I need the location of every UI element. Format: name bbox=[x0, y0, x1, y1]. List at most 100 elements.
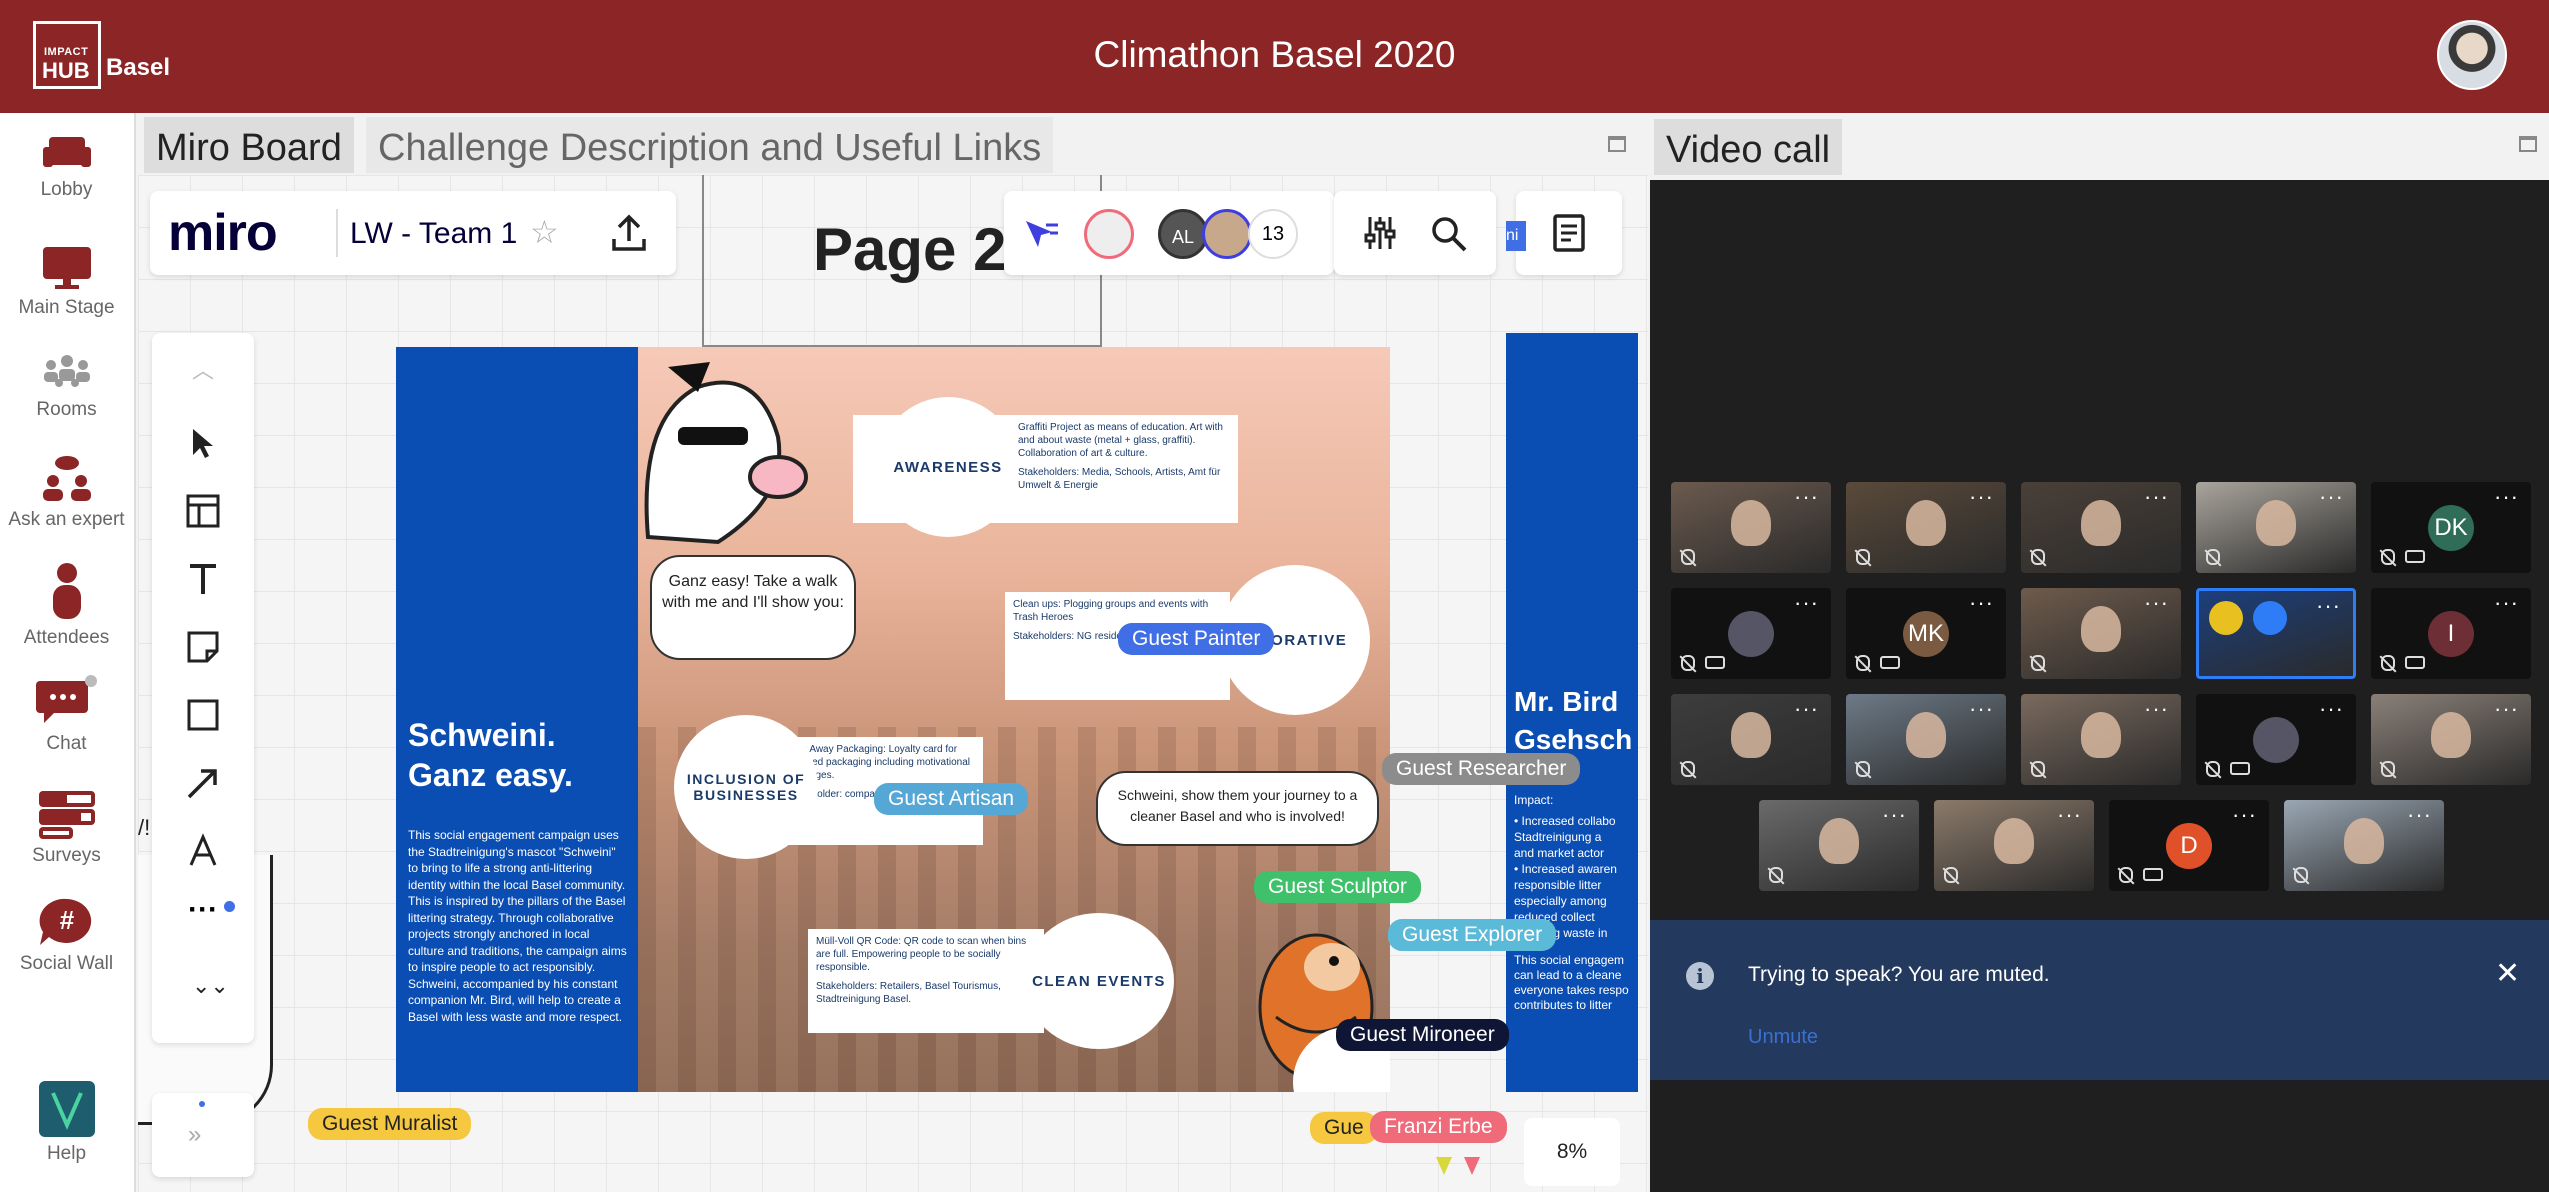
tile-menu-icon[interactable]: ··· bbox=[2319, 484, 2344, 510]
tile-menu-icon[interactable]: ··· bbox=[1969, 590, 1994, 616]
tile-menu-icon[interactable]: ··· bbox=[2144, 484, 2169, 510]
tile-menu-icon[interactable]: ··· bbox=[1794, 484, 1819, 510]
tile-menu-icon[interactable]: ··· bbox=[2494, 484, 2519, 510]
maximize-icon[interactable] bbox=[1608, 136, 1626, 152]
sticky-note-icon[interactable] bbox=[185, 629, 221, 665]
video-tile[interactable]: ··· bbox=[2196, 588, 2356, 679]
tile-menu-icon[interactable]: ··· bbox=[2494, 590, 2519, 616]
tile-menu-icon[interactable]: ··· bbox=[1794, 590, 1819, 616]
collaborator-avatar[interactable] bbox=[1202, 209, 1252, 259]
awareness-circle: AWARENESS bbox=[878, 397, 1018, 537]
arrow-tool-icon[interactable] bbox=[185, 765, 221, 801]
camera-off-icon bbox=[2230, 762, 2250, 775]
mic-muted-icon bbox=[2294, 867, 2308, 883]
video-tile[interactable]: ··· bbox=[2371, 694, 2531, 785]
card-text: Graffiti Project as means of education. … bbox=[1018, 422, 1223, 459]
poster-left-panel[interactable]: Schweini. Ganz easy. This social engageme… bbox=[396, 347, 638, 1092]
tile-menu-icon[interactable]: ··· bbox=[1882, 802, 1907, 828]
more-tools-icon[interactable]: ··· bbox=[185, 893, 221, 929]
participant-video bbox=[1731, 712, 1771, 758]
video-tile[interactable]: ··· bbox=[1671, 482, 1831, 573]
tab-miro-board[interactable]: Miro Board bbox=[144, 117, 354, 173]
video-tile[interactable]: ··· bbox=[1934, 800, 2094, 891]
search-icon[interactable] bbox=[1430, 215, 1468, 253]
miro-logo[interactable]: miro bbox=[168, 203, 278, 263]
tile-menu-icon[interactable]: ··· bbox=[2319, 696, 2344, 722]
collaborator-avatar[interactable] bbox=[1084, 209, 1134, 259]
tile-menu-icon[interactable]: ··· bbox=[2057, 802, 2082, 828]
video-tile[interactable]: D ··· bbox=[2109, 800, 2269, 891]
participant-count[interactable]: 13 bbox=[1248, 209, 1298, 259]
poster-title-line: Ganz easy. bbox=[408, 757, 573, 793]
sidebar-item-chat[interactable]: Chat bbox=[0, 675, 133, 755]
board-name[interactable]: LW - Team 1 bbox=[350, 217, 517, 251]
maximize-icon[interactable] bbox=[2519, 136, 2537, 152]
sidebar-item-lobby[interactable]: Lobby bbox=[0, 133, 133, 201]
unmute-link[interactable]: Unmute bbox=[1748, 1026, 1818, 1049]
video-tile[interactable]: ··· bbox=[1671, 588, 1831, 679]
zoom-level[interactable]: 8% bbox=[1524, 1118, 1620, 1186]
text-tool-icon[interactable] bbox=[185, 561, 221, 597]
video-tile[interactable]: ··· bbox=[2021, 588, 2181, 679]
chevron-up-icon[interactable]: ︿ bbox=[192, 353, 214, 385]
sidebar-item-ask-expert[interactable]: Ask an expert bbox=[0, 455, 133, 531]
participant-initials: DK bbox=[2428, 504, 2474, 551]
poster-title-line: Schweini. bbox=[408, 717, 556, 753]
tile-menu-icon[interactable]: ··· bbox=[1969, 484, 1994, 510]
close-icon[interactable]: ✕ bbox=[2495, 956, 2520, 991]
video-tile[interactable]: ··· bbox=[2284, 800, 2444, 891]
tile-menu-icon[interactable]: ··· bbox=[2316, 593, 2341, 619]
expand-bar: » bbox=[152, 1093, 254, 1177]
settings-sliders-icon[interactable] bbox=[1362, 215, 1398, 251]
notes-icon[interactable] bbox=[1552, 213, 1586, 253]
tile-menu-icon[interactable]: ··· bbox=[2494, 696, 2519, 722]
tile-menu-icon[interactable]: ··· bbox=[2144, 590, 2169, 616]
video-tile[interactable]: MK ··· bbox=[1846, 588, 2006, 679]
poster-right-panel[interactable]: Mr. Bird Gsehsch Impact: • Increased coll… bbox=[1506, 333, 1638, 1092]
cursor-toggle-icon[interactable] bbox=[1024, 219, 1060, 251]
sidebar-item-attendees[interactable]: Attendees bbox=[0, 561, 133, 649]
sidebar-item-rooms[interactable]: Rooms bbox=[0, 353, 133, 421]
sidebar-item-label: Attendees bbox=[23, 627, 110, 648]
tile-menu-icon[interactable]: ··· bbox=[2407, 802, 2432, 828]
video-tile[interactable]: I ··· bbox=[2371, 588, 2531, 679]
video-tile[interactable]: ··· bbox=[1671, 694, 1831, 785]
sidebar-item-surveys[interactable]: Surveys bbox=[0, 789, 133, 867]
video-tile[interactable]: ··· bbox=[2196, 482, 2356, 573]
template-icon[interactable] bbox=[185, 493, 221, 529]
chevron-down-icon[interactable]: ⌄⌄ bbox=[192, 973, 229, 999]
partial-tag: ni bbox=[1506, 221, 1526, 251]
tab-challenge-description[interactable]: Challenge Description and Useful Links bbox=[366, 117, 1054, 173]
star-icon[interactable]: ☆ bbox=[530, 213, 559, 251]
tile-menu-icon[interactable]: ··· bbox=[2144, 696, 2169, 722]
expand-icon[interactable]: » bbox=[188, 1121, 201, 1149]
tile-menu-icon[interactable]: ··· bbox=[1969, 696, 1994, 722]
tile-menu-icon[interactable]: ··· bbox=[1794, 696, 1819, 722]
video-tile[interactable]: ··· bbox=[2196, 694, 2356, 785]
video-tile[interactable]: ··· bbox=[2021, 482, 2181, 573]
sidebar-item-social-wall[interactable]: # Social Wall bbox=[0, 897, 133, 975]
video-tile[interactable]: ··· bbox=[2021, 694, 2181, 785]
mic-muted-icon bbox=[1944, 867, 1958, 883]
video-tile[interactable]: ··· bbox=[1846, 482, 2006, 573]
user-avatar[interactable] bbox=[2437, 20, 2507, 90]
video-tile[interactable]: ··· bbox=[1759, 800, 1919, 891]
muted-notice: i Trying to speak? You are muted. Unmute… bbox=[1650, 920, 2549, 1080]
tile-menu-icon[interactable]: ··· bbox=[2232, 802, 2257, 828]
miro-panel-tabs: Miro Board Challenge Description and Use… bbox=[138, 113, 1648, 175]
sidebar-item-help[interactable]: Help bbox=[0, 1081, 133, 1165]
impact-line: • Increased collabo bbox=[1514, 814, 1616, 828]
shape-tool-icon[interactable] bbox=[185, 697, 221, 733]
collaborator-initials[interactable]: AL bbox=[1158, 209, 1208, 259]
video-tile[interactable]: ··· bbox=[1846, 694, 2006, 785]
select-cursor-icon[interactable] bbox=[185, 425, 221, 461]
sidebar-item-main-stage[interactable]: Main Stage bbox=[0, 245, 133, 319]
participant-initials: D bbox=[2166, 822, 2212, 869]
miro-board[interactable]: miro LW - Team 1 ☆ Page 2 AL 13 ni /! ︿ … bbox=[138, 175, 1648, 1192]
sidebar-item-label: Surveys bbox=[32, 845, 101, 866]
pen-tool-icon[interactable] bbox=[185, 833, 221, 869]
upload-icon[interactable] bbox=[610, 213, 648, 253]
tab-video-call[interactable]: Video call bbox=[1654, 119, 1843, 175]
video-tile[interactable]: DK ··· bbox=[2371, 482, 2531, 573]
poster-main-panel[interactable]: Ganz easy! Take a walk with me and I'll … bbox=[638, 347, 1390, 1092]
